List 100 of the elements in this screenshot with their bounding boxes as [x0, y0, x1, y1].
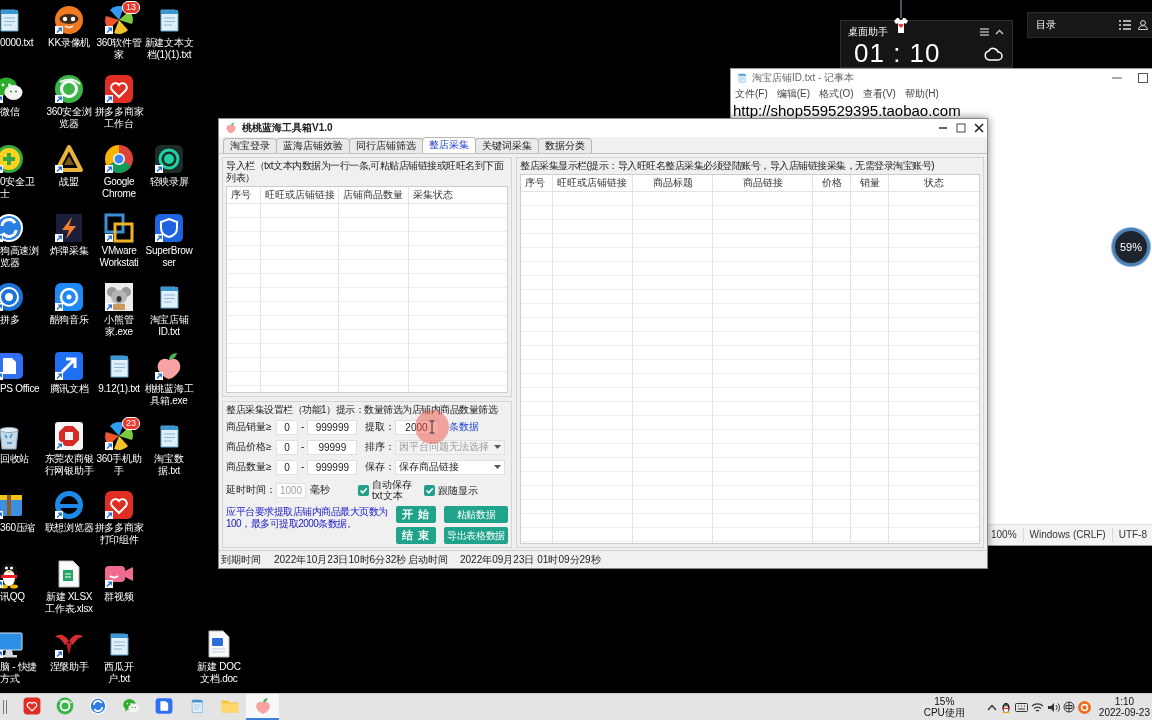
shortcut-label: 西瓜开户.txt: [103, 660, 135, 685]
cpu-usage-value: 15%: [934, 696, 955, 707]
max-field[interactable]: 999999: [307, 459, 358, 475]
round-app-icon[interactable]: [54, 5, 84, 35]
status-value: 2022年09月23日 01时09分29秒: [460, 553, 601, 566]
menu-item[interactable]: 查看(V): [862, 88, 896, 100]
window-title: 桃桃蓝海工具箱V1.0: [242, 122, 333, 134]
shortcut-label: KK录像机: [48, 37, 90, 49]
count-badge: 23: [122, 416, 140, 430]
checkbox[interactable]: [358, 484, 369, 496]
field-label: 商品数量≥: [226, 461, 273, 473]
square-app-icon: [154, 697, 173, 715]
menu-icon[interactable]: [980, 27, 989, 36]
maximize-icon[interactable]: [1138, 72, 1148, 83]
column-header: 序号: [231, 189, 251, 201]
panel-title: 导入栏（txt文本内数据为一行一条,可粘贴店铺链接或旺旺名到下面列表）: [226, 160, 505, 184]
list-icon[interactable]: [1119, 20, 1131, 30]
close-icon[interactable]: [974, 123, 984, 133]
column-header: 店铺商品数量: [343, 189, 403, 201]
speaker-icon[interactable]: [1046, 701, 1060, 713]
round-app-icon[interactable]: [54, 74, 84, 105]
widget-title: 桌面助手: [848, 25, 888, 38]
peach-icon: [225, 122, 237, 134]
menu-item[interactable]: 格式(O): [819, 88, 854, 100]
column-header: 采集状态: [413, 189, 453, 201]
checkbox[interactable]: [424, 484, 435, 496]
wifi-icon[interactable]: [1030, 701, 1044, 713]
menu-item[interactable]: 文件(F): [735, 88, 768, 100]
column-header: 旺旺或店铺链接: [557, 177, 627, 189]
min-field[interactable]: 0: [276, 439, 298, 455]
petals-icon[interactable]: [104, 5, 134, 35]
input-method-icon[interactable]: [1062, 701, 1075, 713]
shortcut-label: 轻映录屏: [149, 175, 189, 188]
min-field[interactable]: 0: [276, 459, 298, 475]
heart-tile-icon[interactable]: [104, 490, 134, 521]
taskbar-button[interactable]: [246, 694, 279, 720]
caret-icon: [494, 445, 502, 449]
tab[interactable]: 蓝海店铺效验: [276, 138, 350, 153]
maximize-icon[interactable]: [956, 123, 966, 133]
koala-icon[interactable]: [104, 282, 134, 313]
shortcut-label: 小熊管家.exe: [103, 314, 135, 339]
tab[interactable]: 整店采集: [422, 137, 476, 153]
lightning-tile-icon[interactable]: [54, 212, 84, 243]
octagon-tile-icon[interactable]: [54, 420, 84, 451]
round-app-icon[interactable]: [0, 282, 24, 313]
tab[interactable]: 同行店铺筛选: [349, 138, 423, 153]
panel-title: 整店采集设置栏（功能1）提示：数量筛选为店铺内商品数量筛选: [226, 404, 498, 416]
column-header: 状态: [924, 177, 944, 189]
shortcut-label: 拼多: [0, 314, 20, 327]
menu-item[interactable]: 编辑(E): [776, 88, 811, 100]
round-app-icon[interactable]: [54, 490, 84, 521]
heart-tile-icon[interactable]: [104, 74, 134, 105]
chat-bubbles-icon: [121, 697, 140, 715]
person-icon[interactable]: [1138, 20, 1148, 30]
shortcut-label: 新建 XLSX 工作表.xlsx: [44, 591, 94, 616]
checkbox-label: 自动保存txt文本: [372, 479, 413, 501]
menu-item[interactable]: 帮助(H): [904, 88, 939, 100]
save-dropdown[interactable]: 保存商品链接: [395, 459, 506, 475]
chevron-up-icon[interactable]: [986, 703, 997, 711]
tab[interactable]: 数据分类: [538, 138, 592, 153]
column-header: 商品标题: [652, 177, 693, 189]
triangle-knot-icon[interactable]: [54, 143, 84, 174]
shortcut-label: 炸弹采集: [49, 244, 89, 257]
max-field[interactable]: 999999: [307, 419, 358, 435]
shortcut-label: 群视频: [104, 591, 134, 604]
notepad-file-icon: [736, 71, 748, 84]
clock-time: 1:10: [1114, 696, 1135, 707]
document-text: http://shop559529395.taobao.com: [732, 102, 962, 119]
status-item: Windows (CRLF): [1022, 528, 1112, 542]
round-app-icon: [88, 697, 107, 715]
shortcut-label: 微信: [0, 106, 20, 119]
tab[interactable]: 淘宝登录: [223, 138, 277, 153]
arrow-tile-icon[interactable]: [54, 351, 84, 382]
shortcut-label: 回收站: [0, 452, 30, 465]
color-wheel-icon[interactable]: [104, 143, 134, 174]
status-label: 到期时间: [221, 553, 261, 566]
column-header: 销量: [859, 177, 880, 189]
squares-icon[interactable]: [104, 212, 134, 243]
max-field[interactable]: 99999: [307, 439, 358, 455]
range-separator: -: [301, 461, 305, 473]
shortcut-label: 360软件管家: [95, 37, 143, 61]
round-app-icon[interactable]: [0, 212, 24, 243]
tab[interactable]: 关键词采集: [475, 138, 539, 153]
shortcut-label: 新建 DOC 文档.doc: [196, 660, 242, 685]
count-badge: 13: [122, 1, 140, 14]
notice-text: 应平台要求提取店铺内商品最大页数为100，最多可提取2000条数据。: [226, 506, 388, 530]
petals-icon[interactable]: [104, 420, 134, 451]
ring-icon[interactable]: [154, 143, 184, 174]
min-field[interactable]: 0: [276, 419, 298, 435]
shortcut-label: 0000.txt: [0, 37, 34, 49]
square-app-icon[interactable]: [54, 282, 84, 313]
shortcut-label: 拼多多商家打印组件: [94, 522, 144, 547]
square-app-icon[interactable]: [0, 351, 24, 382]
round-app-icon: [55, 697, 74, 715]
column-header: 商品链接: [742, 177, 783, 189]
keyboard-icon[interactable]: [1014, 702, 1028, 712]
shield-tile-icon[interactable]: [154, 212, 184, 243]
grip-icon[interactable]: [3, 700, 7, 714]
penguin-icon[interactable]: [999, 700, 1012, 714]
shortcut-label: 360压缩: [0, 522, 36, 535]
